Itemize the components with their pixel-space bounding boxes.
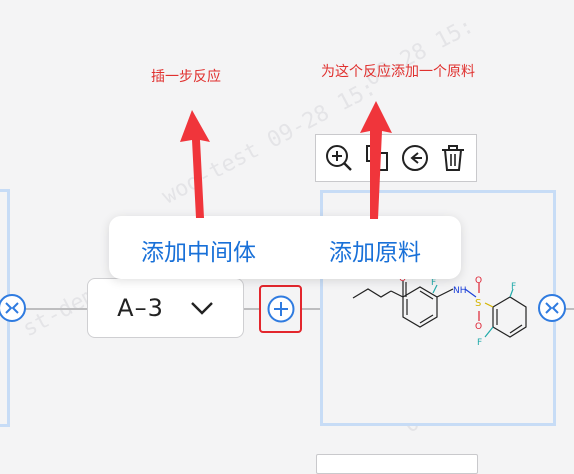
connector-line <box>302 308 320 310</box>
add-menu-popup: 添加中间体 添加原料 <box>109 216 461 279</box>
zoom-in-button[interactable] <box>322 141 356 175</box>
connector-line <box>22 308 88 310</box>
add-button[interactable] <box>259 285 302 333</box>
atom-label: F <box>511 282 516 292</box>
chevron-down-icon <box>190 302 213 315</box>
trash-icon <box>442 145 464 171</box>
add-intermediate-option[interactable]: 添加中间体 <box>141 233 256 267</box>
next-structure-toolbar <box>316 454 478 474</box>
atom-label: F <box>431 278 436 288</box>
right-expand-button[interactable] <box>538 294 566 322</box>
atom-label: S <box>475 298 481 309</box>
left-expand-button[interactable] <box>0 294 26 322</box>
annotation-add-raw-material: 为这个反应添加一个原料 <box>321 64 475 80</box>
add-raw-material-option[interactable]: 添加原料 <box>329 233 421 267</box>
atom-label: O <box>475 322 482 332</box>
atom-label: F <box>477 338 482 348</box>
zoom-in-icon <box>326 145 352 171</box>
annotation-arrow <box>180 110 210 218</box>
annotation-arrow <box>360 101 392 219</box>
atom-label: NH <box>453 286 467 296</box>
annotation-insert-step: 插一步反应 <box>151 69 221 85</box>
plus-circle-icon <box>267 295 294 323</box>
collapse-arrows-icon <box>5 302 19 314</box>
step-label: A–3 <box>117 294 164 322</box>
step-selector[interactable]: A–3 <box>87 278 244 338</box>
collapse-button[interactable] <box>398 141 432 175</box>
atom-label: O <box>475 276 482 286</box>
collapse-icon <box>402 145 428 171</box>
delete-button[interactable] <box>436 141 470 175</box>
collapse-arrows-icon <box>545 302 559 314</box>
connector-line <box>244 308 260 310</box>
